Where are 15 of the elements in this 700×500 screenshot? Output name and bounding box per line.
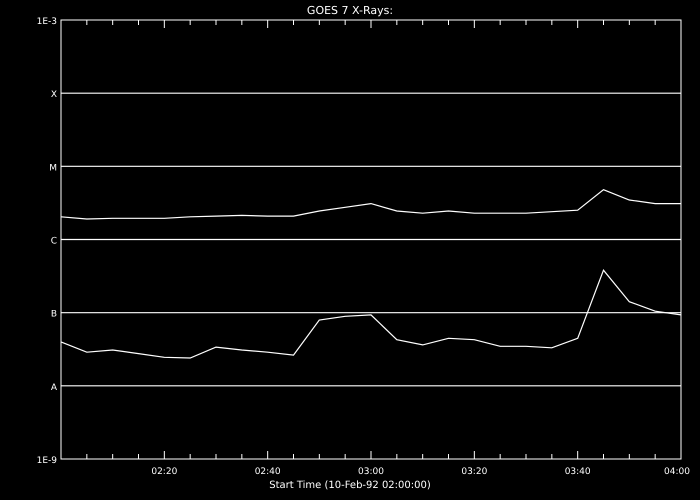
x-axis-title: Start Time (10-Feb-92 02:00:00) <box>269 480 431 491</box>
y-axis-label: C <box>50 236 57 246</box>
y-axis-label: M <box>49 163 57 174</box>
x-axis-label: 03:00 <box>358 467 384 477</box>
plot-title: GOES 7 X-Rays: <box>306 4 394 17</box>
x-axis-label: 02:20 <box>151 467 178 477</box>
y-axis-label: A <box>50 382 57 393</box>
y-axis-label: 1E-9 <box>36 456 57 466</box>
x-axis-label: 03:20 <box>461 467 488 477</box>
y-axis-label: B <box>50 310 57 320</box>
y-axis-label: 1E-3 <box>36 17 57 27</box>
x-axis-label: 03:40 <box>564 467 591 477</box>
x-axis-label: 04:00 <box>664 467 690 477</box>
x-axis-label: 02:40 <box>254 467 281 477</box>
y-axis-label: X <box>50 90 57 100</box>
